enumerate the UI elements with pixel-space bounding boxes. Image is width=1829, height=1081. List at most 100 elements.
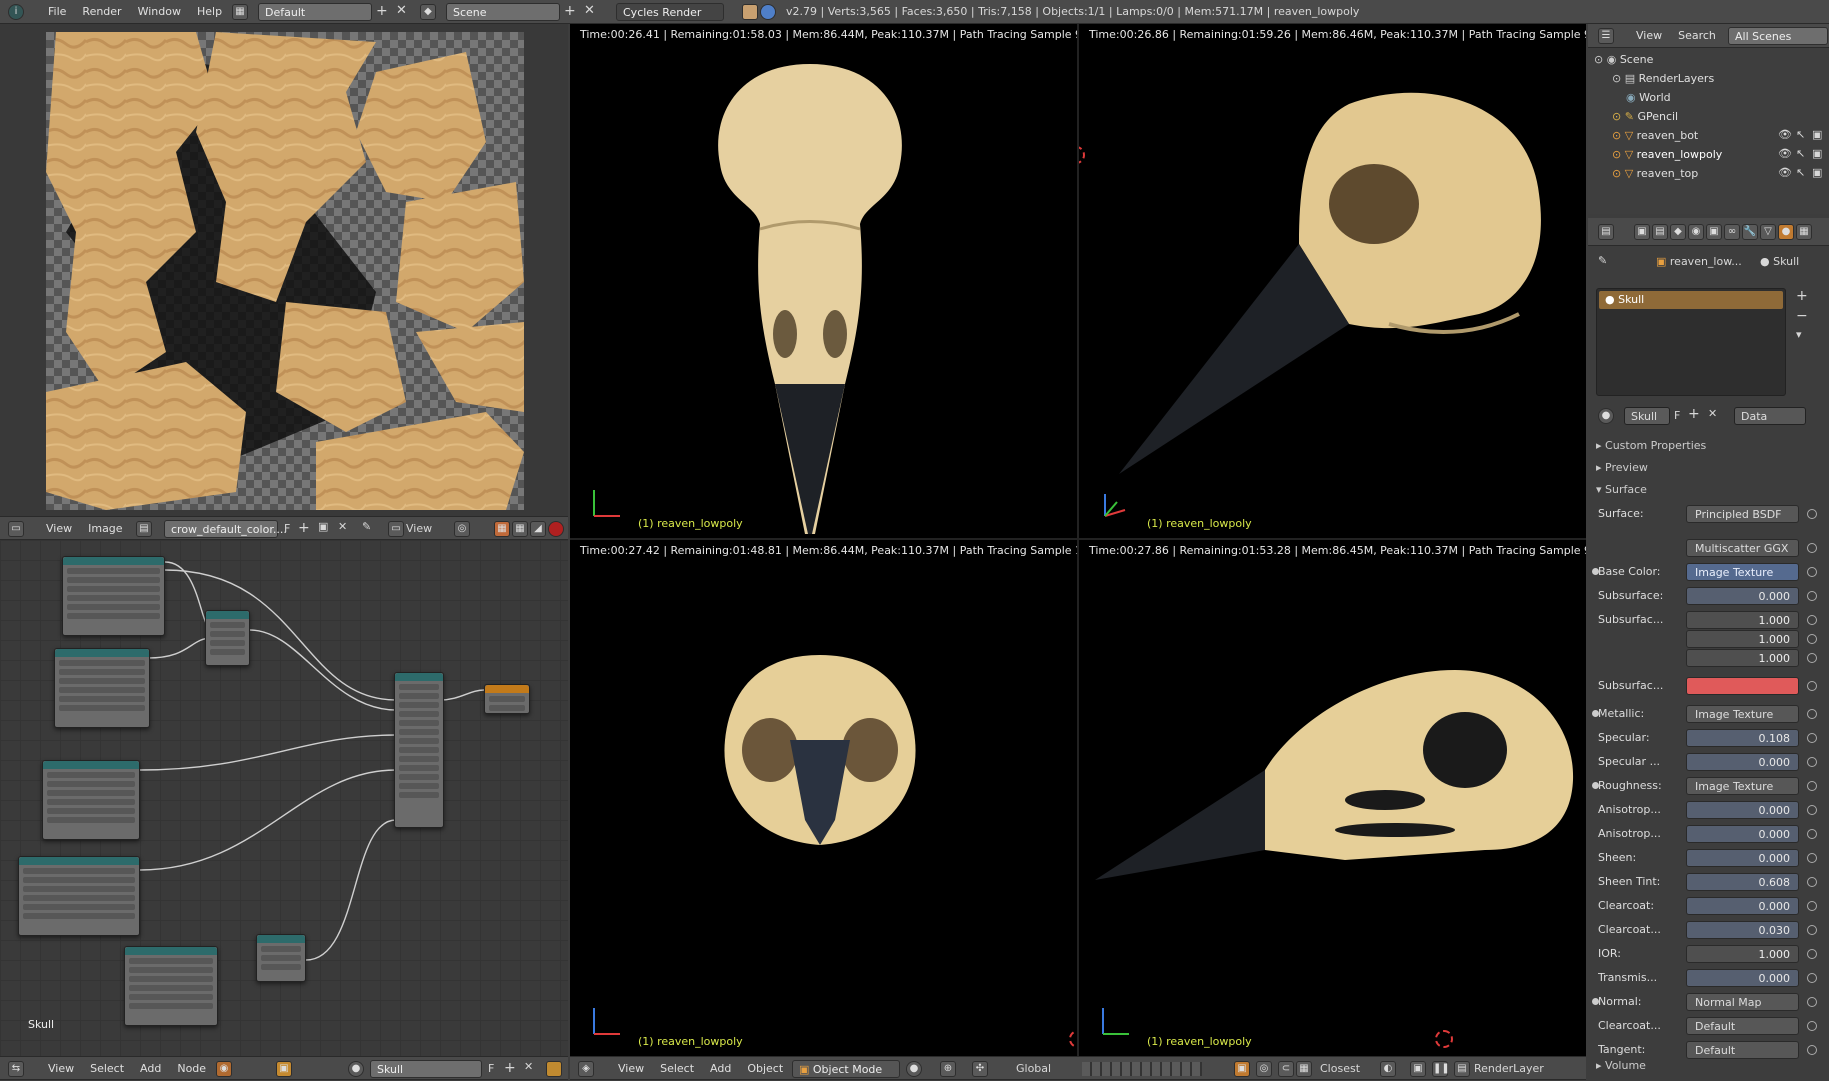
link-socket-icon[interactable] [1807,877,1817,887]
pin-icon[interactable]: ✎ [362,520,371,533]
close-scene-icon[interactable]: ✕ [584,3,595,18]
material-field[interactable]: Skull [370,1060,482,1078]
lock-layer-icon[interactable]: ▣ [1234,1061,1250,1077]
link-socket-icon[interactable] [1807,949,1817,959]
socket-icon[interactable] [1592,998,1599,1005]
backdrop-icon[interactable] [546,1061,562,1077]
layer-buttons[interactable] [1082,1062,1202,1076]
outliner-item-world[interactable]: ◉ World [1626,88,1671,107]
property-slider[interactable]: 0.030 [1686,921,1799,939]
select-arrow-icon[interactable]: ↖ [1796,128,1805,141]
manipulator-icon[interactable]: ✣ [972,1061,988,1077]
3d-cursor-icon[interactable] [1079,146,1085,164]
slot-specials-icon[interactable]: ▾ [1796,328,1802,341]
viewport-top[interactable]: Time:00:26.41 | Remaining:01:58.03 | Mem… [570,24,1077,538]
snap-element-icon[interactable]: ▦ [1296,1061,1312,1077]
render-camera-icon[interactable]: ▣ [1812,128,1822,141]
socket-icon[interactable] [1592,710,1599,717]
fake-user-button[interactable]: F [488,1062,494,1075]
node-editor[interactable]: Skull [0,540,568,1060]
property-dropdown[interactable]: Normal Map [1686,993,1799,1011]
link-socket-icon[interactable] [1807,1021,1817,1031]
link-socket-icon[interactable] [1807,781,1817,791]
image-texture-node[interactable] [54,648,150,728]
render-engine-dropdown[interactable]: Cycles Render [616,3,724,21]
object-icon[interactable]: ▣ [276,1061,292,1077]
menu-node[interactable]: Node [169,1057,214,1081]
property-slider[interactable]: 0.000 [1686,825,1799,843]
panel-custom-properties[interactable]: ▸ Custom Properties [1596,436,1821,456]
panel-surface[interactable]: ▾ Surface [1596,480,1821,500]
viewport-shading-icon[interactable]: ● [906,1061,922,1077]
link-socket-icon[interactable] [1807,543,1817,553]
viewport-side[interactable]: Time:00:27.86 | Remaining:01:53.28 | Mem… [1079,540,1586,1056]
render-layer-icon[interactable]: ▤ [1454,1061,1470,1077]
texture-tab-icon[interactable]: ▦ [1796,224,1812,240]
snap-target-dropdown[interactable]: Closest [1320,1062,1360,1075]
uv-texture-image[interactable] [46,32,524,510]
mode-dropdown[interactable]: ▣ Object Mode [792,1060,900,1078]
select-arrow-icon[interactable]: ↖ [1796,166,1805,179]
property-number-field[interactable]: 1.000 [1686,649,1799,667]
menu-select[interactable]: Select [82,1057,132,1081]
property-dropdown[interactable]: Image Texture [1686,777,1799,795]
render-layer-dropdown[interactable]: RenderLayer [1474,1062,1544,1075]
outliner-item-reaven-top[interactable]: ⊙ ▽ reaven_top [1612,164,1698,183]
property-number-field[interactable]: 1.000 [1686,945,1799,963]
principled-bsdf-node[interactable] [394,672,444,828]
material-slot-list[interactable]: ● Skull [1596,288,1786,396]
render-tab-icon[interactable]: ▣ [1634,224,1650,240]
image-texture-node[interactable] [18,856,140,936]
property-color-swatch[interactable] [1686,677,1799,695]
menu-file[interactable]: File [40,0,74,24]
property-dropdown[interactable]: Principled BSDF [1686,505,1799,523]
menu-help[interactable]: Help [189,0,230,24]
render-camera-icon[interactable]: ▣ [1812,147,1822,160]
link-socket-icon[interactable] [1807,615,1817,625]
visibility-eye-icon[interactable]: 👁 [1778,147,1792,160]
fake-user-button[interactable]: F [284,522,290,535]
remove-slot-button[interactable]: − [1796,308,1808,324]
menu-window[interactable]: Window [130,0,189,24]
property-number-field[interactable]: 1.000 [1686,611,1799,629]
outliner-item-gpencil[interactable]: ⊙ ✎ GPencil [1612,107,1678,126]
fake-user-button[interactable]: F [1674,409,1680,422]
link-socket-icon[interactable] [1807,1045,1817,1055]
normal-map-node[interactable] [256,934,306,982]
property-slider[interactable]: 0.000 [1686,897,1799,915]
panel-preview[interactable]: ▸ Preview [1596,458,1821,478]
property-dropdown[interactable]: Image Texture [1686,705,1799,723]
alpha-icon[interactable]: ▦ [512,521,528,537]
link-socket-icon[interactable] [1807,805,1817,815]
pin-icon[interactable]: ✎ [1598,254,1607,267]
link-socket-icon[interactable] [1807,829,1817,839]
unlink-image-icon[interactable]: ✕ [338,520,347,533]
material-output-node[interactable] [484,684,530,714]
panel-volume[interactable]: ▸ Volume [1596,1056,1821,1076]
new-material-icon[interactable]: + [1688,406,1700,422]
close-layout-icon[interactable]: ✕ [396,3,407,18]
world-tab-icon[interactable]: ◉ [1688,224,1704,240]
scene-field[interactable]: Scene [446,3,560,21]
image-texture-node[interactable] [42,760,140,840]
add-scene-icon[interactable]: + [564,3,576,19]
image-name-field[interactable]: crow_default_color.... [164,520,287,538]
socket-icon[interactable] [1592,782,1599,789]
image-browse-icon[interactable]: ▤ [136,521,152,537]
view-dropdown[interactable]: View [406,522,432,535]
layout-icon[interactable]: ▦ [232,4,248,20]
menu-add[interactable]: Add [702,1057,739,1081]
new-image-icon[interactable]: + [298,520,310,536]
pivot-icon[interactable]: ⊕ [940,1061,956,1077]
scene-icon[interactable]: ◆ [420,4,436,20]
view-mode-icon[interactable]: ▭ [388,521,404,537]
outliner-item-reaven-bot[interactable]: ⊙ ▽ reaven_bot [1612,126,1698,145]
outliner-item-scene[interactable]: ⊙ ◉ Scene [1594,50,1653,69]
material-icon[interactable]: ● [348,1061,364,1077]
viewport-front[interactable]: Time:00:27.42 | Remaining:01:48.81 | Mem… [570,540,1077,1056]
editor-type-icon[interactable]: ☰ [1598,28,1614,44]
menu-select[interactable]: Select [652,1057,702,1081]
unlink-material-icon[interactable]: ✕ [1708,407,1717,420]
add-layout-icon[interactable]: + [376,3,388,19]
visibility-eye-icon[interactable]: 👁 [1778,166,1792,179]
